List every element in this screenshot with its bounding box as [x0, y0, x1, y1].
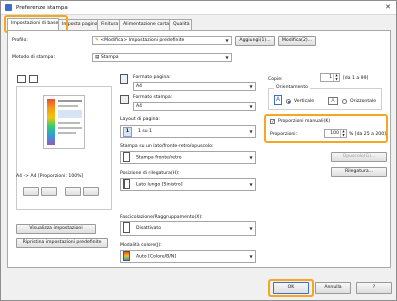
- help-button[interactable]: ?: [356, 282, 392, 294]
- spinner-arrows-icon[interactable]: ▲ ▼: [333, 73, 339, 81]
- print-preview: [16, 86, 112, 210]
- tab-paper-source[interactable]: Alimentazione carta: [119, 19, 170, 30]
- manual-scaling-checkbox[interactable]: ✓: [270, 119, 275, 125]
- page-preview-image: [43, 95, 85, 149]
- chevron-down-icon: ▼: [225, 55, 229, 60]
- tab-bar: Impostazioni di base Imposta pagina Fini…: [7, 18, 192, 30]
- color-mode-label: Modalità colore(J):: [120, 243, 162, 248]
- page-size-icon: [120, 74, 128, 84]
- modify-profile-button[interactable]: Modifica(2)...: [278, 36, 316, 46]
- profile-value: <Modifica> Impostazioni predefinite: [100, 38, 185, 43]
- spinner-arrows-icon[interactable]: ▲ ▼: [340, 129, 346, 137]
- chevron-down-icon: ▼: [249, 129, 253, 134]
- copies-spinner[interactable]: 1 ▲ ▼: [320, 73, 340, 82]
- layout-booklet-button[interactable]: [83, 187, 99, 196]
- output-size-select[interactable]: A4 ▼: [133, 102, 256, 111]
- portrait-radio[interactable]: [286, 99, 291, 104]
- collate-label: Fascicolazione/Raggruppamento(X):: [120, 215, 203, 220]
- chevron-down-icon: ▼: [249, 254, 253, 259]
- duplex-icon: [123, 152, 130, 162]
- tab-quality[interactable]: Qualità: [169, 19, 192, 30]
- close-icon[interactable]: ✕: [383, 3, 393, 12]
- chevron-down-icon: ▼: [249, 104, 253, 109]
- scaling-label: Proporzioni:: [270, 132, 298, 137]
- chevron-down-icon: ▼: [249, 155, 253, 160]
- binding-value: Lato lungo [Sinistro]: [136, 182, 183, 188]
- preview-mode-icon[interactable]: [17, 75, 26, 83]
- tab-finishing[interactable]: Finitura: [97, 19, 120, 30]
- preview-caption: A4 -> A4 [Proporzioni: 100%]: [16, 174, 84, 179]
- portrait-glyph-icon: A: [274, 95, 282, 105]
- layout-value: 1 su 1: [138, 129, 153, 134]
- view-settings-button[interactable]: Visualizza impostazioni: [16, 224, 96, 234]
- copies-range: [da 1 a 99]: [343, 76, 369, 81]
- binding-label: Posizione di rilegatura(H):: [120, 171, 180, 176]
- preview-detail-icon[interactable]: [29, 75, 38, 83]
- page-size-select[interactable]: A4 ▼: [133, 82, 256, 91]
- binding-button[interactable]: Rilegatura...: [331, 167, 387, 177]
- orientation-label: Orientamento: [274, 85, 310, 90]
- chevron-down-icon: ▼: [249, 226, 253, 231]
- print-method-select[interactable]: ▤ Stampa ▼: [92, 53, 232, 62]
- settings-panel: Profilo: ✎ <Modifica> Impostazioni prede…: [7, 30, 391, 268]
- manual-scaling-label[interactable]: Proporzioni manuali(K): [278, 119, 330, 124]
- printer-icon: [5, 4, 12, 11]
- chevron-down-icon: ▼: [249, 84, 253, 89]
- print-method-label: Metodo di stampa:: [12, 55, 56, 60]
- landscape-radio[interactable]: [342, 99, 347, 104]
- output-size-label: Formato stampa:: [133, 95, 173, 100]
- binding-select[interactable]: Lato lungo [Sinistro] ▼: [120, 178, 256, 191]
- layout-double-button[interactable]: [41, 187, 57, 196]
- preview-layout-buttons: [19, 187, 109, 197]
- color-mode-icon: [123, 251, 130, 261]
- duplex-value: Stampa fronte/retro: [136, 155, 182, 161]
- page-size-label: Formato pagina:: [133, 75, 171, 80]
- landscape-glyph-icon: A: [328, 97, 338, 105]
- title-bar: Preferenze stampa ✕: [1, 1, 396, 15]
- layout-select[interactable]: 1 1 su 1 ▼: [120, 125, 256, 138]
- layout-number-icon: 1: [123, 127, 132, 137]
- printing-preferences-window: Preferenze stampa ✕ Impostazioni di base…: [0, 0, 397, 301]
- tab-page-setup[interactable]: Imposta pagina: [58, 19, 98, 30]
- scaling-value: 100: [330, 131, 339, 136]
- color-mode-select[interactable]: Auto [Colore/B/N] ▼: [120, 250, 256, 263]
- collate-icon: [123, 222, 130, 233]
- scaling-range: % [da 25 a 200]: [349, 132, 386, 137]
- copies-value: 1: [329, 75, 332, 80]
- print-method-value: Stampa: [100, 55, 119, 60]
- output-size-value: A4: [136, 104, 143, 109]
- output-size-icon: [120, 95, 129, 104]
- layout-label: Layout di pagina:: [120, 117, 160, 122]
- profile-select[interactable]: ✎ <Modifica> Impostazioni predefinite ▼: [92, 36, 232, 45]
- add-profile-button[interactable]: Aggiungi(1)...: [235, 36, 275, 46]
- binding-icon: [123, 179, 130, 189]
- collate-value: Disattivato: [136, 226, 162, 231]
- duplex-select[interactable]: Stampa fronte/retro ▼: [120, 151, 256, 164]
- layout-single-button[interactable]: [23, 187, 39, 196]
- restore-defaults-button[interactable]: Ripristina impostazioni predefinite: [16, 238, 108, 248]
- copies-label: Copie:: [268, 77, 283, 82]
- color-mode-value: Auto [Colore/B/N]: [136, 254, 177, 260]
- chevron-down-icon: ▼: [249, 182, 253, 187]
- chevron-down-icon: ▼: [225, 38, 229, 43]
- window-title: Preferenze stampa: [16, 4, 68, 11]
- landscape-label[interactable]: Orizzontale: [350, 99, 376, 104]
- booklet-button[interactable]: Opuscolo(G)...: [331, 152, 387, 162]
- collate-select[interactable]: Disattivato ▼: [120, 221, 256, 236]
- portrait-label[interactable]: Verticale: [294, 99, 314, 104]
- tab-basic-settings[interactable]: Impostazioni di base: [7, 18, 59, 30]
- cancel-button[interactable]: Annulla: [315, 282, 351, 294]
- profile-label: Profilo:: [12, 38, 28, 43]
- ok-button[interactable]: OK: [273, 282, 309, 294]
- page-size-value: A4: [136, 84, 143, 89]
- scaling-spinner[interactable]: 100 ▲ ▼: [324, 129, 347, 138]
- duplex-label: Stampa su un lato/fronte-retro/opuscolo:: [120, 144, 214, 149]
- layout-multi-button[interactable]: [65, 187, 81, 196]
